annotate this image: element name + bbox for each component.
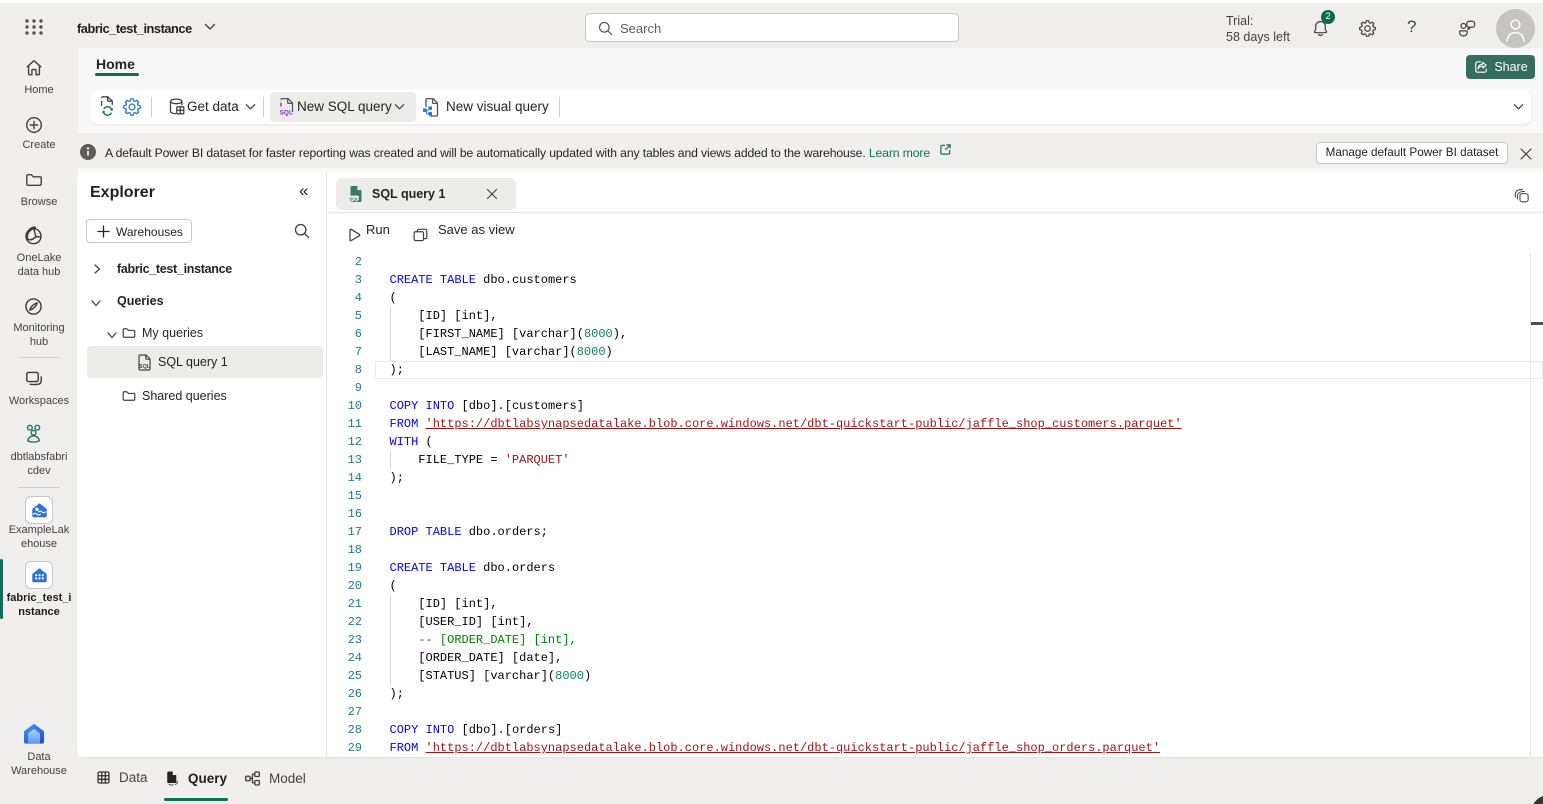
svg-text:SQL: SQL [139,364,151,370]
svg-text:SQL: SQL [349,196,359,202]
svg-text:SQL: SQL [280,110,293,117]
